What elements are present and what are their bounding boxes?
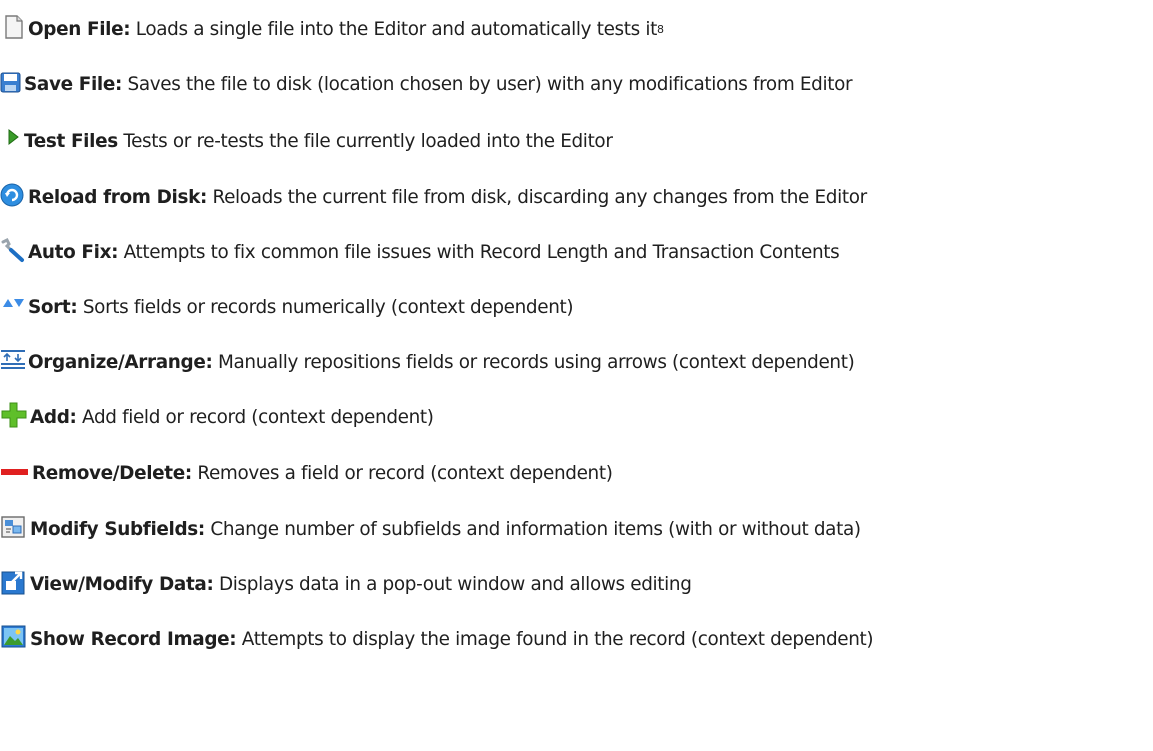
list-item-open-file: Open File: Loads a single file into the …	[0, 12, 1153, 46]
open-file-icon	[0, 14, 26, 45]
item-description: Add field or record (context dependent)	[82, 406, 434, 428]
modify-subfields-icon	[0, 513, 28, 546]
item-description: Manually repositions fields or records u…	[218, 351, 855, 373]
sort-icon	[0, 293, 26, 322]
item-term: Save File:	[24, 73, 123, 95]
item-term: Remove/Delete:	[32, 462, 192, 484]
remove-minus-icon	[0, 459, 30, 488]
item-term: Reload from Disk:	[28, 186, 207, 208]
list-item-sort: Sort: Sorts fields or records numericall…	[0, 290, 1153, 324]
show-image-icon	[0, 623, 28, 656]
list-item-auto-fix: Auto Fix: Attempts to fix common file is…	[0, 235, 1153, 269]
list-item-add: Add: Add field or record (context depend…	[0, 400, 1153, 434]
item-description: Change number of subfields and informati…	[210, 518, 861, 540]
list-item-test-files: Test Files Tests or re-tests the file cu…	[0, 124, 1153, 158]
wrench-icon	[0, 237, 26, 268]
item-term: Auto Fix:	[28, 241, 119, 263]
item-description: Attempts to fix common file issues with …	[123, 241, 840, 263]
list-item-view-modify-data: View/Modify Data: Displays data in a pop…	[0, 567, 1153, 601]
item-description: Reloads the current file from disk, disc…	[212, 186, 867, 208]
footnote-marker: 8	[656, 22, 664, 36]
list-item-organize-arrange: Organize/Arrange: Manually repositions f…	[0, 345, 1153, 379]
test-play-icon	[0, 127, 22, 156]
item-description: Saves the file to disk (location chosen …	[127, 73, 853, 95]
list-item-remove-delete: Remove/Delete: Removes a field or record…	[0, 456, 1153, 490]
list-item-modify-subfields: Modify Subfields: Change number of subfi…	[0, 512, 1153, 546]
list-item-reload-from-disk: Reload from Disk: Reloads the current fi…	[0, 180, 1153, 214]
view-modify-data-icon	[0, 568, 28, 601]
list-item-show-record-image: Show Record Image: Attempts to display t…	[0, 622, 1153, 656]
item-description: Attempts to display the image found in t…	[241, 628, 874, 650]
item-term: Sort:	[28, 296, 78, 318]
list-item-save-file: Save File: Saves the file to disk (locat…	[0, 67, 1153, 101]
item-description: Displays data in a pop-out window and al…	[218, 573, 692, 595]
item-term: Modify Subfields:	[30, 518, 205, 540]
item-description: Removes a field or record (context depen…	[197, 462, 613, 484]
item-description: Loads a single file into the Editor and …	[135, 18, 658, 40]
item-description: Tests or re-tests the file currently loa…	[123, 130, 613, 152]
organize-arrange-icon	[0, 347, 26, 378]
item-term: Open File:	[28, 18, 131, 40]
item-term: Show Record Image:	[30, 628, 237, 650]
item-term: Organize/Arrange:	[28, 351, 213, 373]
item-term: Test Files	[24, 130, 118, 152]
item-term: Add:	[30, 406, 77, 428]
reload-icon	[0, 182, 26, 213]
save-file-icon	[0, 70, 22, 99]
item-description: Sorts fields or records numerically (con…	[82, 296, 574, 318]
add-plus-icon	[0, 401, 28, 434]
item-term: View/Modify Data:	[30, 573, 214, 595]
